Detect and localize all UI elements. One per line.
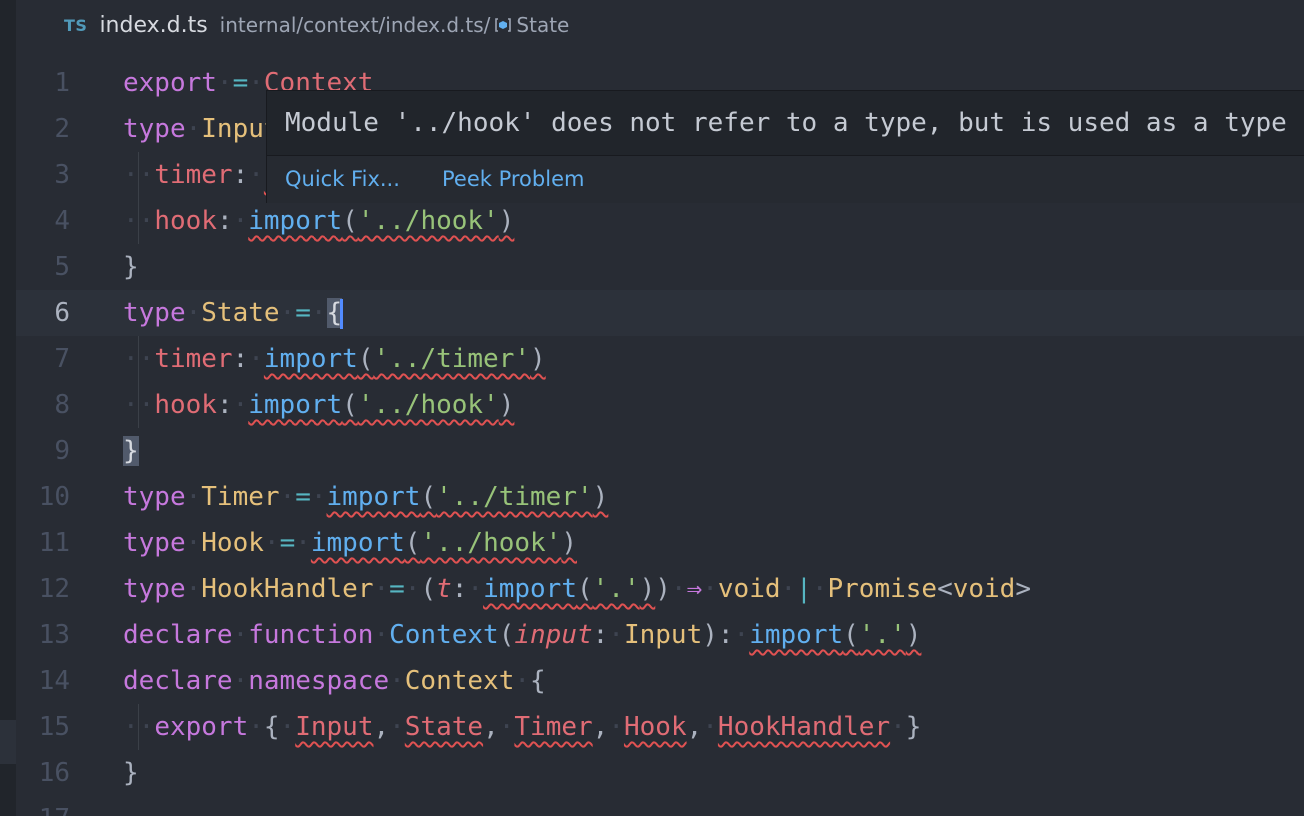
line-number: 6 bbox=[54, 298, 70, 328]
code-line[interactable]: 12 type·HookHandler·=·(t:·import('.'))·⇒… bbox=[16, 566, 1304, 612]
line-number: 12 bbox=[38, 574, 70, 604]
module-icon bbox=[494, 16, 512, 35]
code-text: } bbox=[123, 252, 139, 282]
line-number: 14 bbox=[38, 666, 70, 696]
activity-marker bbox=[0, 720, 16, 764]
code-line[interactable]: 14 declare·namespace·Context·{ bbox=[16, 658, 1304, 704]
code-line[interactable]: 5 } bbox=[16, 244, 1304, 290]
code-text: } bbox=[123, 436, 139, 466]
code-text: ··hook:·import('../hook') bbox=[123, 390, 515, 420]
code-line[interactable]: 15 ··export·{·Input,·State,·Timer,·Hook,… bbox=[16, 704, 1304, 750]
text-cursor bbox=[340, 298, 344, 329]
code-line[interactable]: 13 declare·function·Context(input:·Input… bbox=[16, 612, 1304, 658]
code-line-active[interactable]: 6 type·State·=·{ bbox=[16, 290, 1304, 336]
code-text: type·State·=·{ bbox=[123, 298, 344, 329]
line-number: 3 bbox=[54, 160, 70, 190]
typescript-file-icon: TS bbox=[64, 15, 88, 35]
code-line[interactable]: 10 type·Timer·=·import('../timer') bbox=[16, 474, 1304, 520]
problem-hover-widget: Module '../hook' does not refer to a typ… bbox=[266, 90, 1304, 203]
editor-window: TS index.d.ts internal/context/index.d.t… bbox=[0, 0, 1304, 816]
code-line[interactable]: 9 } bbox=[16, 428, 1304, 474]
code-line[interactable]: 17 bbox=[16, 796, 1304, 816]
line-number: 4 bbox=[54, 206, 70, 236]
code-line[interactable]: 16 } bbox=[16, 750, 1304, 796]
line-number: 5 bbox=[54, 252, 70, 282]
breadcrumb-filename[interactable]: index.d.ts bbox=[99, 13, 207, 38]
code-line[interactable]: 4 ··hook:·import('../hook') bbox=[16, 198, 1304, 244]
code-text: ··timer:·import('../timer') bbox=[123, 344, 546, 374]
code-text: ··hook:·import('../hook') bbox=[123, 206, 515, 236]
line-number: 1 bbox=[54, 68, 70, 98]
line-number: 8 bbox=[54, 390, 70, 420]
breadcrumb: TS index.d.ts internal/context/index.d.t… bbox=[16, 0, 1304, 50]
code-line[interactable]: 7 ··timer:·import('../timer') bbox=[16, 336, 1304, 382]
line-number: 17 bbox=[16, 796, 70, 816]
line-number: 16 bbox=[38, 758, 70, 788]
code-text: declare·function·Context(input:·Input):·… bbox=[123, 620, 922, 650]
code-text: } bbox=[123, 758, 139, 788]
line-number: 11 bbox=[38, 528, 70, 558]
code-text: ··export·{·Input,·State,·Timer,·Hook,·Ho… bbox=[123, 712, 922, 742]
line-number: 7 bbox=[54, 344, 70, 374]
peek-problem-link[interactable]: Peek Problem bbox=[442, 156, 584, 202]
code-text: type·HookHandler·=·(t:·import('.'))·⇒·vo… bbox=[123, 574, 1031, 604]
line-number: 2 bbox=[54, 114, 70, 144]
code-line[interactable]: 8 ··hook:·import('../hook') bbox=[16, 382, 1304, 428]
code-text: type·Timer·=·import('../timer') bbox=[123, 482, 609, 512]
breadcrumb-path[interactable]: internal/context/index.d.ts/ bbox=[220, 13, 491, 37]
line-number: 13 bbox=[38, 620, 70, 650]
hover-message: Module '../hook' does not refer to a typ… bbox=[285, 108, 1304, 138]
hover-actions-bar: Quick Fix... Peek Problem bbox=[267, 155, 1304, 203]
quick-fix-link[interactable]: Quick Fix... bbox=[285, 156, 400, 202]
line-number: 9 bbox=[54, 436, 70, 466]
line-number: 15 bbox=[38, 712, 70, 742]
code-text: declare·namespace·Context·{ bbox=[123, 666, 546, 696]
line-number: 10 bbox=[38, 482, 70, 512]
code-line[interactable]: 11 type·Hook·=·import('../hook') bbox=[16, 520, 1304, 566]
breadcrumb-symbol[interactable]: State bbox=[516, 13, 569, 37]
code-text: type·Hook·=·import('../hook') bbox=[123, 528, 577, 558]
activity-strip bbox=[0, 0, 16, 816]
